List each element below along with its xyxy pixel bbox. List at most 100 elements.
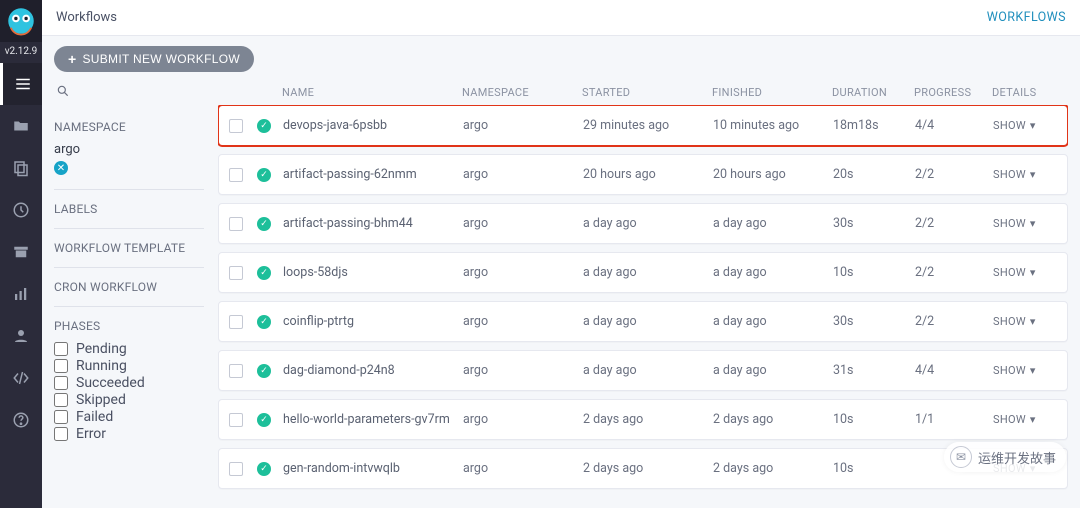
col-progress: PROGRESS xyxy=(914,86,992,99)
phase-checkbox[interactable] xyxy=(54,342,68,356)
status-success-icon: ✓ xyxy=(257,119,271,133)
row-namespace: argo xyxy=(463,461,583,476)
row-checkbox[interactable] xyxy=(229,217,243,231)
cron-title: CRON WORKFLOW xyxy=(54,280,204,294)
col-duration: DURATION xyxy=(832,86,914,99)
breadcrumb: Workflows xyxy=(56,10,117,25)
phase-label: Skipped xyxy=(76,392,126,408)
row-name: artifact-passing-bhm44 xyxy=(283,216,463,231)
col-finished: FINISHED xyxy=(712,86,832,99)
row-namespace: argo xyxy=(463,265,583,280)
row-name: loops-58djs xyxy=(283,265,463,280)
row-show-button[interactable]: SHOW ▾ xyxy=(993,119,1055,132)
workflows-link[interactable]: WORKFLOWS xyxy=(987,10,1066,25)
plus-icon: + xyxy=(68,52,76,66)
phase-checkbox[interactable] xyxy=(54,410,68,424)
table-row[interactable]: ✓ devops-java-6psbb argo 29 minutes ago … xyxy=(218,105,1068,146)
phase-label: Running xyxy=(76,358,127,374)
row-duration: 31s xyxy=(833,363,915,378)
phase-checkbox[interactable] xyxy=(54,376,68,390)
table-header: NAME NAMESPACE STARTED FINISHED DURATION… xyxy=(218,80,1068,105)
namespace-title: NAMESPACE xyxy=(54,120,204,134)
row-show-button[interactable]: SHOW ▾ xyxy=(993,413,1055,426)
table-row[interactable]: ✓ gen-random-intvwqlb argo 2 days ago 2 … xyxy=(218,448,1068,489)
row-show-button[interactable]: SHOW ▾ xyxy=(993,168,1055,181)
row-started: 20 hours ago xyxy=(583,167,713,182)
row-finished: 10 minutes ago xyxy=(713,118,833,133)
row-checkbox[interactable] xyxy=(229,119,243,133)
table-row[interactable]: ✓ artifact-passing-bhm44 argo a day ago … xyxy=(218,203,1068,244)
namespace-remove-icon[interactable]: ✕ xyxy=(54,161,68,175)
col-namespace: NAMESPACE xyxy=(462,86,582,99)
row-checkbox[interactable] xyxy=(229,413,243,427)
version-label: v2.12.9 xyxy=(5,46,38,57)
labels-title: LABELS xyxy=(54,202,204,216)
status-success-icon: ✓ xyxy=(257,364,271,378)
table-row[interactable]: ✓ coinflip-ptrtg argo a day ago a day ag… xyxy=(218,301,1068,342)
col-started: STARTED xyxy=(582,86,712,99)
nav-user[interactable] xyxy=(0,315,42,357)
table-row[interactable]: ✓ artifact-passing-62nmm argo 20 hours a… xyxy=(218,154,1068,195)
divider xyxy=(54,306,204,307)
status-success-icon: ✓ xyxy=(257,462,271,476)
row-started: a day ago xyxy=(583,265,713,280)
main: Workflows WORKFLOWS + SUBMIT NEW WORKFLO… xyxy=(42,0,1080,508)
row-progress: 4/4 xyxy=(915,118,993,133)
nav-reports[interactable] xyxy=(0,273,42,315)
phase-item[interactable]: Pending xyxy=(54,341,204,357)
row-checkbox[interactable] xyxy=(229,364,243,378)
phase-list: PendingRunningSucceededSkippedFailedErro… xyxy=(54,341,204,442)
nav-rail: v2.12.9 xyxy=(0,0,42,508)
row-checkbox[interactable] xyxy=(229,462,243,476)
phase-item[interactable]: Skipped xyxy=(54,392,204,408)
row-name: artifact-passing-62nmm xyxy=(283,167,463,182)
table-row[interactable]: ✓ hello-world-parameters-gv7rm argo 2 da… xyxy=(218,399,1068,440)
row-show-button[interactable]: SHOW ▾ xyxy=(993,266,1055,279)
status-success-icon: ✓ xyxy=(257,168,271,182)
table-row[interactable]: ✓ loops-58djs argo a day ago a day ago 1… xyxy=(218,252,1068,293)
row-show-button[interactable]: SHOW ▾ xyxy=(993,462,1055,475)
row-finished: a day ago xyxy=(713,363,833,378)
caret-down-icon: ▾ xyxy=(1030,266,1036,279)
row-progress: 2/2 xyxy=(915,265,993,280)
nav-archive[interactable] xyxy=(0,231,42,273)
submit-workflow-button[interactable]: + SUBMIT NEW WORKFLOW xyxy=(54,46,254,72)
row-duration: 30s xyxy=(833,216,915,231)
nav-folder[interactable] xyxy=(0,105,42,147)
nav-help[interactable] xyxy=(0,399,42,441)
row-duration: 10s xyxy=(833,265,915,280)
workflow-table: NAME NAMESPACE STARTED FINISHED DURATION… xyxy=(218,80,1068,496)
namespace-tag: argo ✕ xyxy=(54,142,204,175)
caret-down-icon: ▾ xyxy=(1030,315,1036,328)
row-checkbox[interactable] xyxy=(229,168,243,182)
row-progress: 1/1 xyxy=(915,412,993,427)
row-show-button[interactable]: SHOW ▾ xyxy=(993,364,1055,377)
row-progress: 2/2 xyxy=(915,167,993,182)
row-checkbox[interactable] xyxy=(229,315,243,329)
nav-templates[interactable] xyxy=(0,147,42,189)
phases-title: PHASES xyxy=(54,319,204,333)
nav-api[interactable] xyxy=(0,357,42,399)
phase-checkbox[interactable] xyxy=(54,427,68,441)
row-namespace: argo xyxy=(463,314,583,329)
row-show-button[interactable]: SHOW ▾ xyxy=(993,315,1055,328)
phase-item[interactable]: Failed xyxy=(54,409,204,425)
phase-item[interactable]: Error xyxy=(54,426,204,442)
table-row[interactable]: ✓ dag-diamond-p24n8 argo a day ago a day… xyxy=(218,350,1068,391)
phase-checkbox[interactable] xyxy=(54,359,68,373)
submit-workflow-label: SUBMIT NEW WORKFLOW xyxy=(82,52,239,66)
phase-checkbox[interactable] xyxy=(54,393,68,407)
nav-workflows[interactable] xyxy=(0,63,42,105)
row-progress: 2/2 xyxy=(915,314,993,329)
row-checkbox[interactable] xyxy=(229,266,243,280)
row-duration: 20s xyxy=(833,167,915,182)
row-show-button[interactable]: SHOW ▾ xyxy=(993,217,1055,230)
nav-cron[interactable] xyxy=(0,189,42,231)
phase-item[interactable]: Running xyxy=(54,358,204,374)
table-body: ✓ devops-java-6psbb argo 29 minutes ago … xyxy=(218,105,1068,496)
argo-logo xyxy=(0,0,42,42)
caret-down-icon: ▾ xyxy=(1030,119,1036,132)
search-icon[interactable] xyxy=(56,84,204,102)
phase-item[interactable]: Succeeded xyxy=(54,375,204,391)
caret-down-icon: ▾ xyxy=(1030,217,1036,230)
